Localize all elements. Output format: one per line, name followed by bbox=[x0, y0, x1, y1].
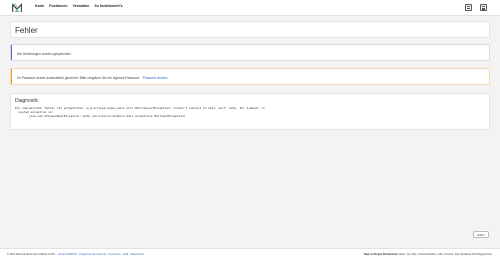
main-nav: Karte Positionen Verwalten So funktionie… bbox=[35, 4, 128, 9]
footer-email-link[interactable]: info@minerval-medic.de bbox=[79, 253, 106, 256]
footer-right-text: (Save: Yes v42) | 2 Frame/Station | URL … bbox=[397, 252, 492, 256]
diagnostic-card: Diagnostic Ein unerwarteter Fehler ist a… bbox=[10, 93, 490, 130]
diagnostic-heading: Diagnostic bbox=[15, 98, 39, 104]
warning-alert: Ihr Passwort wurde automatisch generiert… bbox=[10, 68, 490, 85]
footer-right-label: Save-to-Project Permissions bbox=[363, 252, 398, 256]
footer-privacy-link[interactable]: Datenschutz bbox=[130, 253, 144, 256]
warning-alert-message: Ihr Passwort wurde automatisch generiert… bbox=[17, 76, 168, 80]
warning-alert-text: Ihr Passwort wurde automatisch generiert… bbox=[17, 75, 140, 80]
nav-item-karte[interactable]: Karte bbox=[35, 4, 44, 9]
grid-icon[interactable] bbox=[465, 4, 472, 11]
top-navigation-bar: Karte Positionen Verwalten So funktionie… bbox=[0, 0, 500, 16]
success-alert-text: Die Änderungen wurden gespeichert. bbox=[17, 51, 72, 56]
footer-copyright: © 2024 Minerval Medic Deutschland GmbH · bbox=[7, 252, 58, 256]
warning-alert-bar bbox=[11, 69, 13, 84]
help-button[interactable]: Hilfe? bbox=[473, 231, 489, 238]
menu-icon[interactable] bbox=[480, 4, 487, 11]
brand-logo-icon[interactable] bbox=[12, 3, 22, 13]
footer: © 2024 Minerval Medic Deutschland GmbH ·… bbox=[0, 248, 500, 259]
page-title: Fehler bbox=[15, 26, 38, 35]
stacktrace-line: java.net.UnknownHostException: smtp (de.… bbox=[15, 114, 186, 118]
diagnostic-stacktrace: Ein unerwarteter Fehler ist aufgetreten:… bbox=[15, 106, 266, 118]
footer-left: © 2024 Minerval Medic Deutschland GmbH ·… bbox=[7, 253, 144, 256]
footer-phone-link[interactable]: +49 30 23585720 bbox=[57, 253, 77, 256]
nav-item-so-funktionierts[interactable]: So funktioniert's bbox=[94, 4, 122, 9]
footer-right: Save-to-Project Permissions (Save: Yes v… bbox=[364, 253, 492, 256]
page-title-card: Fehler bbox=[10, 21, 490, 38]
change-password-link[interactable]: Passwort ändern bbox=[143, 76, 168, 80]
success-alert-bar bbox=[11, 45, 13, 60]
footer-imprint-link[interactable]: Impressum bbox=[108, 253, 120, 256]
nav-item-verwalten[interactable]: Verwalten bbox=[73, 4, 90, 9]
nav-item-positionen[interactable]: Positionen bbox=[49, 4, 67, 9]
success-alert: Die Änderungen wurden gespeichert. bbox=[10, 44, 490, 61]
